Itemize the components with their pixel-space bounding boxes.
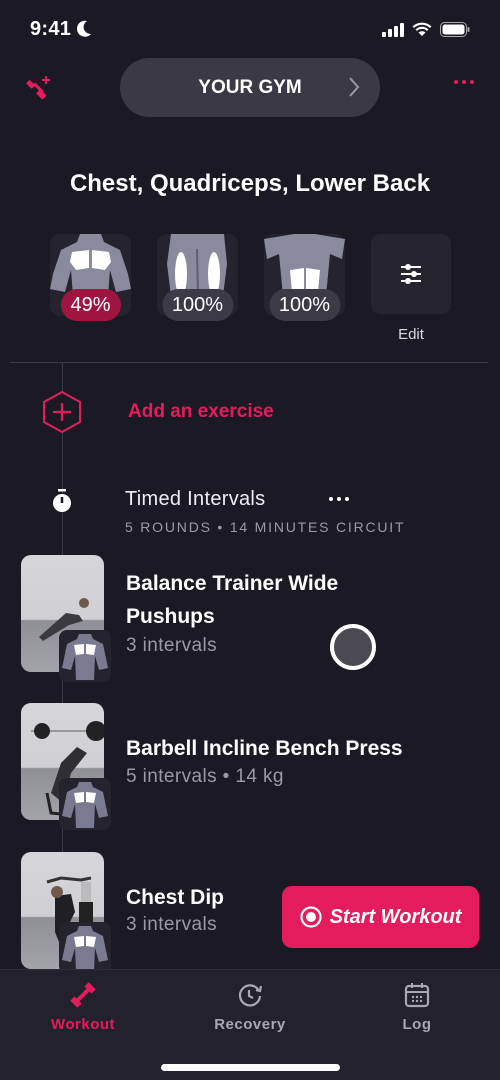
exercise-name-line2: Pushups [126,605,215,628]
edit-card[interactable] [371,234,451,314]
battery-icon [440,22,470,37]
do-not-disturb-moon-icon [76,20,91,37]
chest-muscle-mini-icon [62,634,108,680]
tab-log[interactable]: Log [347,982,487,1033]
exercise-detail: 3 intervals [126,914,217,935]
more-options-icon[interactable] [454,80,474,84]
exercise-muscle-thumbnail [59,630,111,682]
add-gym-dumbbell-icon[interactable] [24,74,54,104]
status-time: 9:41 [30,18,72,40]
quadriceps-recovery-badge: 100% [161,289,234,321]
timed-intervals-more-icon[interactable] [329,497,349,501]
stopwatch-icon [53,489,71,512]
muscle-card-chest[interactable]: 49% [50,234,131,321]
chest-muscle-mini-icon [62,782,108,828]
tab-label: Log [402,1016,432,1033]
chest-muscle-mini-icon [62,926,108,972]
muscle-card-quadriceps[interactable]: 100% [157,234,238,321]
muscle-recovery-row: 49% 100% 100% Edit [50,234,451,343]
exercise-name: Barbell Incline Bench Press [126,737,403,760]
start-workout-label: Start Workout [329,905,462,928]
gym-label: YOUR GYM [198,76,302,98]
tab-recovery[interactable]: Recovery [180,982,320,1033]
cellular-signal-icon [382,22,404,37]
status-bar: 9:41 [0,0,500,60]
tab-workout[interactable]: Workout [13,982,153,1033]
recovery-clock-icon [238,984,263,1007]
start-workout-button[interactable]: Start Workout [282,886,479,948]
home-indicator [161,1064,340,1071]
timed-intervals-title: Timed Intervals [125,488,266,510]
lower-back-recovery-badge: 100% [268,289,341,321]
edit-muscles-button[interactable]: Edit [371,234,451,343]
add-hexagon-icon [43,390,81,434]
exercise-detail: 3 intervals [126,635,217,656]
status-icons [382,22,470,37]
exercise-name: Chest Dip [126,886,225,909]
record-icon [299,906,322,928]
exercise-muscle-thumbnail [59,778,111,830]
calendar-icon [404,983,430,1008]
gym-selector-button[interactable]: YOUR GYM [120,58,380,117]
add-exercise-button[interactable]: Add an exercise [42,390,274,434]
target-muscles-title: Chest, Quadriceps, Lower Back [69,170,431,197]
exercise-detail: 5 intervals • 14 kg [126,766,284,787]
muscle-card-lower-back[interactable]: 100% [264,234,345,321]
section-divider [10,362,488,363]
exercise-muscle-thumbnail [59,922,111,974]
touch-indicator [330,624,376,670]
wifi-icon [412,22,432,36]
add-exercise-label: Add an exercise [128,401,274,422]
exercise-name-line1: Balance Trainer Wide [126,572,339,595]
top-bar: YOUR GYM [0,58,500,118]
chest-recovery-badge: 49% [60,289,121,321]
timed-intervals-subtitle: 5 ROUNDS • 14 MINUTES CIRCUIT [125,519,406,535]
edit-label: Edit [398,326,424,343]
chevron-right-icon [349,77,360,97]
dumbbell-icon [70,982,96,1008]
sliders-icon [401,264,421,284]
tab-label: Workout [50,1016,116,1033]
tab-label: Recovery [214,1016,286,1033]
